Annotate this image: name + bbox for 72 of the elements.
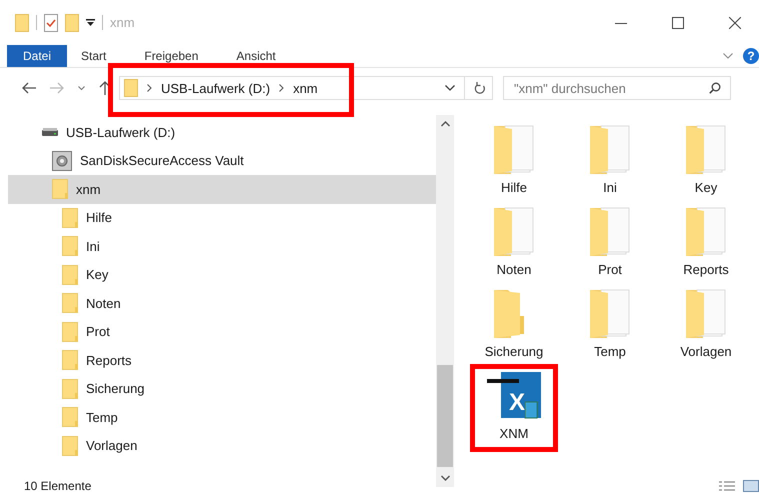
file-item[interactable]: Ini [562,120,658,202]
chevron-right-icon[interactable] [279,84,284,92]
folder-icon [62,236,78,256]
file-item[interactable]: Prot [562,202,658,284]
address-bar[interactable]: USB-Laufwerk (D:) xnm [119,76,493,100]
folder-icon [62,208,78,228]
vault-icon [52,150,72,171]
properties-icon[interactable] [44,14,58,32]
search-icon[interactable] [709,82,721,94]
scrollbar-thumb[interactable] [437,365,453,467]
file-item[interactable]: Noten [466,202,562,284]
file-item[interactable]: Vorlagen [658,284,754,366]
folder-icon [124,79,138,97]
tree-item[interactable]: Vorlagen [8,432,436,460]
scroll-up-icon[interactable] [440,121,450,127]
ribbon-tab[interactable]: Datei [7,45,68,67]
maximize-icon[interactable] [672,16,684,28]
chevron-icon[interactable] [78,86,85,90]
drive-icon [42,128,58,136]
tree-item[interactable]: xnm [8,175,436,204]
tree-item[interactable]: SanDiskSecureAccess Vault [8,146,436,175]
file-item[interactable]: Reports [658,202,754,284]
file-item[interactable]: Hilfe [466,120,562,202]
tree-item[interactable]: Sicherung [8,374,436,403]
breadcrumb[interactable]: USB-Laufwerk (D:) [161,80,270,96]
file-item[interactable]: Key [658,120,754,202]
folder-icon [62,322,78,342]
chevron-icon[interactable] [445,85,455,91]
window-title: xnm [110,15,135,30]
scroll-down-icon[interactable] [440,475,450,481]
tree-item[interactable]: Prot [8,318,436,346]
tree-item[interactable]: Key [8,260,436,289]
ribbon-tab[interactable]: Freigeben [130,45,212,67]
breadcrumb[interactable]: xnm [293,80,318,96]
folder-icon [62,350,78,370]
up-arrow-icon[interactable] [99,81,111,95]
folder-icon [588,124,632,176]
folder-icon [52,179,68,200]
folder-icon [62,264,78,285]
scrollbar[interactable] [436,115,454,487]
chevron-right-icon[interactable] [147,84,152,92]
search-field[interactable]: "xnm" durchsuchen [503,76,731,100]
help-button[interactable]: ? [743,48,759,64]
tree-item[interactable]: Ini [8,232,436,260]
ribbon-tab[interactable]: Ansicht [222,45,290,67]
folder-icon [62,436,78,456]
folder-icon [492,124,536,176]
refresh-icon[interactable] [474,82,486,94]
large-icons-view-icon[interactable] [743,480,759,492]
folder-icon [492,206,536,258]
folder-icon [684,206,728,258]
folder-icon [588,206,632,258]
folder-icon [62,407,78,428]
tree-item[interactable]: USB-Laufwerk (D:) [8,118,436,146]
folder-icon [62,378,78,399]
folder-icon [684,124,728,176]
dropdown-icon[interactable] [86,18,95,26]
folder-icon [684,288,728,340]
folder-icon [62,293,78,314]
item-count: 10 Elemente [24,480,92,494]
file-item[interactable]: Sicherung [466,284,562,366]
tree-item[interactable]: Temp [8,403,436,432]
file-item[interactable]: X XNM [472,366,556,450]
folder-icon [588,288,632,340]
back-arrow-icon[interactable] [22,82,36,94]
details-view-icon[interactable] [719,480,735,492]
file-item[interactable]: Temp [562,284,658,366]
tree-item[interactable]: Hilfe [8,204,436,232]
tree-item[interactable]: Noten [8,289,436,318]
tree-item[interactable]: Reports [8,346,436,374]
ribbon-tab[interactable]: Start [67,45,120,67]
close-icon[interactable] [729,16,741,28]
